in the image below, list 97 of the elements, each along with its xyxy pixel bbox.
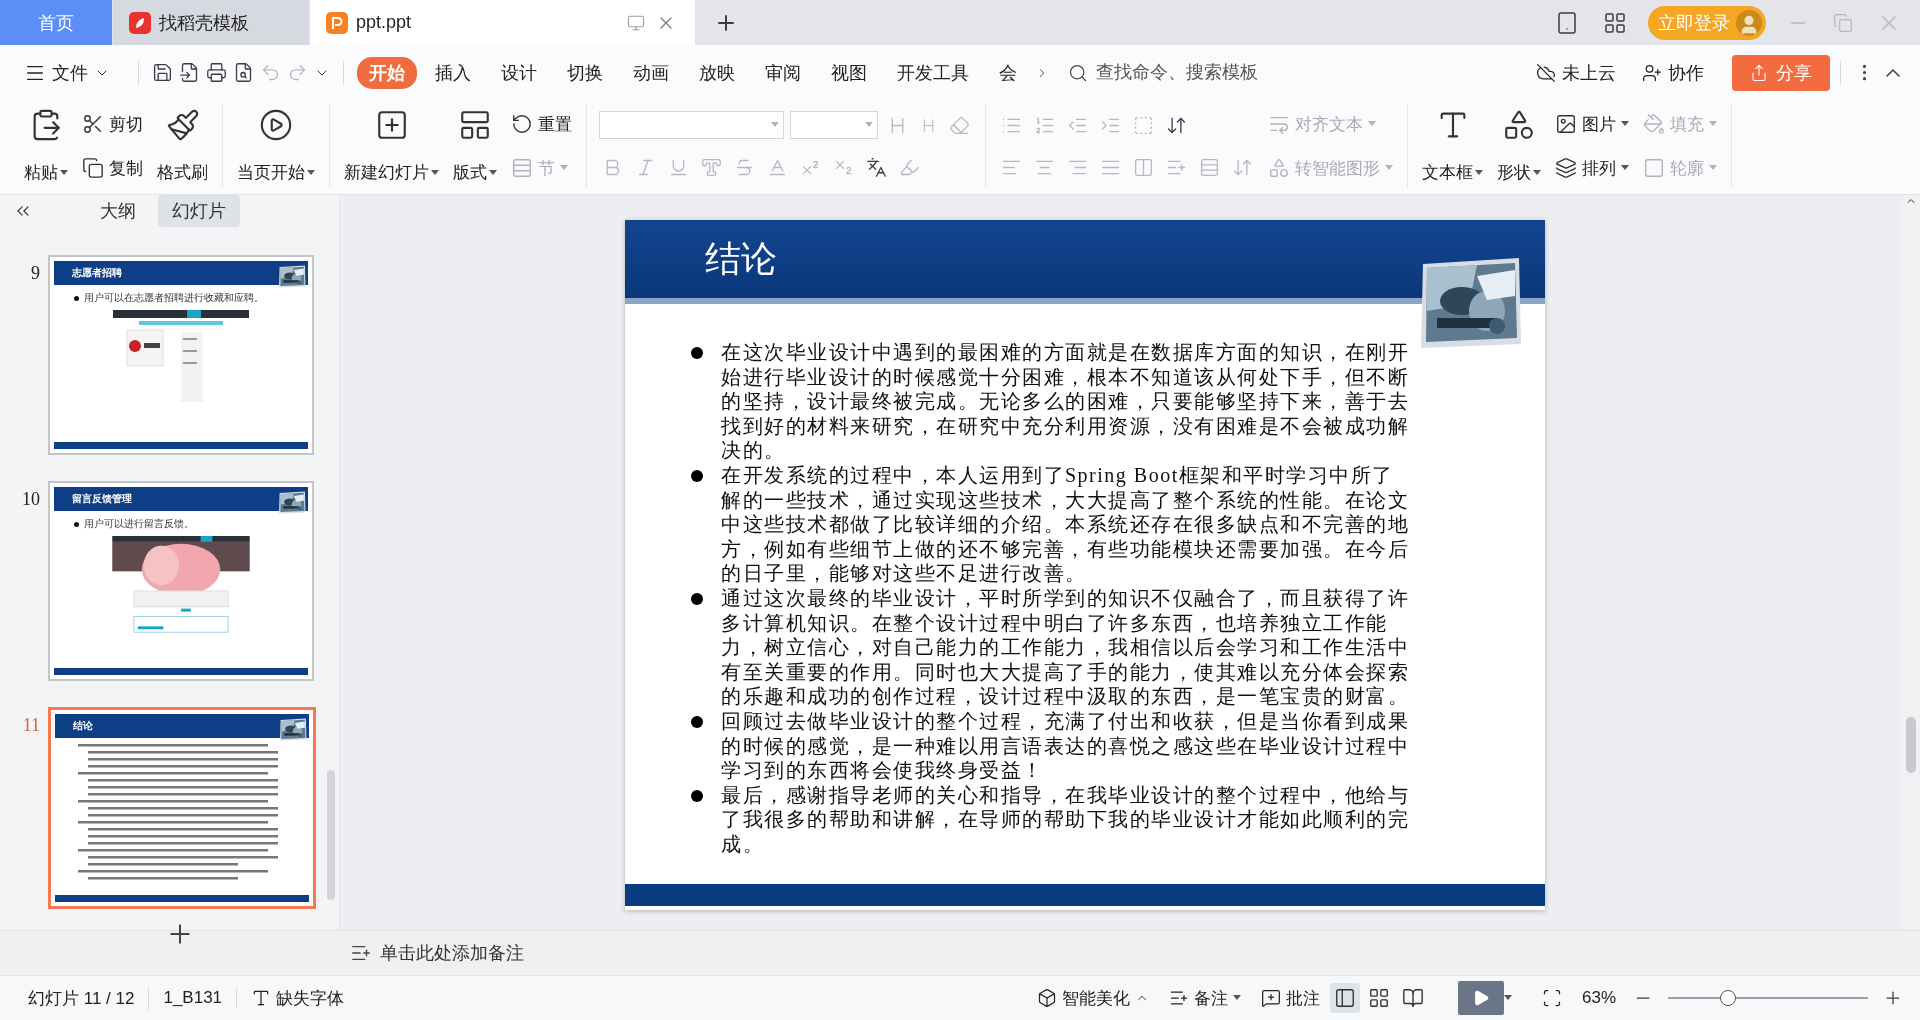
ribbon-button[interactable]: 新建幻灯片 (342, 104, 441, 188)
ribbon-button[interactable]: 排列 (1553, 154, 1631, 182)
ribbon-tab[interactable]: 会 (987, 56, 1029, 89)
reset-icon (511, 113, 533, 135)
cloud-icon (1536, 62, 1556, 83)
comments-button[interactable]: 批注 (1254, 983, 1326, 1013)
ribbon-button[interactable]: 图片 (1553, 110, 1631, 138)
bullet-icon (74, 521, 79, 527)
avatar-icon (1736, 9, 1762, 36)
bullet-icon (691, 592, 703, 605)
slide-number: 10 (21, 489, 40, 510)
fill-icon (1643, 113, 1665, 135)
ribbon-tab[interactable]: 设计 (489, 56, 549, 89)
tab-label: ppt.ppt (356, 12, 412, 33)
image-icon (1555, 113, 1577, 135)
leaf-logo-icon (129, 11, 151, 34)
play-button[interactable] (1457, 981, 1504, 1015)
thumbnail-title: 留言反馈管理 (72, 492, 132, 506)
add-user-icon (1642, 62, 1662, 83)
bullet-text: 在开发系统的过程中，本人运用到了Spring Boot框架和平时学习中所了解的一些技术，通过实现这些技术，大大提高了整个系统的性能。在论文中这些技术都做了比较详细的介绍。本系统还存在很多缺点和不完善的地方，例如有些细节上做的还不够完善，有些功能模块还需要加强。在今后的日子里，能够对这些不足进行改善。 (721, 462, 1410, 586)
search-field[interactable]: 查找命令、搜索模板 (1068, 61, 1278, 84)
thumbnail-text: 用户可以进行留言反馈。 (84, 517, 194, 531)
ribbon-tab[interactable]: 开发工具 (885, 56, 981, 89)
layout-icon (458, 108, 492, 142)
notes-button[interactable]: 备注 (1162, 983, 1247, 1013)
ribbon-button[interactable]: 当页开始 (235, 104, 317, 188)
slide-thumbnail[interactable]: 结论 (48, 707, 316, 909)
font-name-field[interactable] (599, 111, 784, 140)
share-icon (1750, 63, 1768, 82)
bullet-icon (691, 789, 703, 802)
normal-view-icon[interactable] (1329, 983, 1360, 1013)
ribbon-tab[interactable]: 切换 (555, 56, 615, 89)
thumbnail-title: 志愿者招聘 (72, 266, 122, 280)
slide-number: 11 (21, 715, 40, 736)
ribbon-button[interactable]: 粘贴 (22, 104, 70, 188)
outline-icon (1643, 157, 1665, 179)
bullet-text: 在这次毕业设计中遇到的最困难的方面就是在数据库方面的知识，在刚开始进行毕业设计的时候感觉十分困难，根本不知道该从何处下手，但不断的坚持，设计最终被完成。无论多么的困难，只要能够坚持下来，善于去找到好的材料来研究，在研究中充分利用资源，没有困难是不会被成功解决的。 (721, 340, 1410, 463)
bullet-text: 最后，感谢指导老师的关心和指导，在我毕业设计的整个过程中，他给与了我很多的帮助和讲解，在导师的帮助下我的毕业设计才能如此顺利的完成。 (721, 782, 1410, 857)
ribbon-button[interactable]: 格式刷 (155, 104, 210, 188)
slide-title: 结论 (705, 237, 777, 281)
ribbon-button[interactable]: 形状 (1495, 104, 1543, 188)
beautify-button[interactable]: 智能美化 (1030, 983, 1155, 1013)
slide-counter: 幻灯片 11 / 12 (14, 986, 150, 1010)
ribbon-tab[interactable]: 插入 (423, 56, 483, 89)
ribbon-tab[interactable]: 视图 (819, 56, 879, 89)
scrollbar[interactable] (327, 770, 335, 900)
monitor-icon (627, 13, 645, 32)
thumbnail-title: 结论 (73, 719, 93, 733)
comment-icon (1260, 988, 1281, 1008)
ribbon-tab[interactable]: 放映 (687, 56, 747, 89)
collaborate-button[interactable]: 协作 (1636, 56, 1710, 89)
caret-icon (865, 122, 873, 129)
bullet-text: 通过这次最终的毕业设计，平时所学到的知识不仅融合了，而且获得了许多计算机知识。在整个设计过程中明白了许多东西，也培养独立工作能力，树立信心，对自己能力的工作能力，我相信以后会学习和工作生活中有至关重要的作用。同时也大大提高了手的能力，使其难以充分体会探索的乐趣和成功的创作过程，设计过程中汲取的东西，是一笔宝贵的财富。 (721, 585, 1410, 709)
scissors-icon (82, 113, 104, 135)
caret-icon (1232, 995, 1241, 1001)
panel-tab[interactable]: 幻灯片 (158, 195, 240, 227)
bullet-icon (691, 469, 703, 482)
bullet-icon (691, 347, 703, 359)
brush-icon (165, 108, 200, 142)
tab-label: 找稻壳模板 (159, 11, 249, 35)
bullet-icon (691, 715, 703, 728)
bullet-text: 回顾过去做毕业设计的整个过程，充满了付出和收获，但是当你看到成果的时候的感觉，是一种难以用言语表达的喜悦之感这些在毕业设计过程中学习到的东西将会使我终身受益！ (721, 708, 1410, 783)
shapes-icon (1502, 108, 1536, 142)
missing-fonts-button[interactable]: 缺失字体 (245, 983, 351, 1013)
layers-icon (1555, 157, 1577, 179)
caret-icon (771, 122, 779, 129)
file-menu[interactable]: 文件 (20, 56, 114, 89)
slide-thumbnail[interactable]: 留言反馈管理 用户可以进行留言反馈。 (48, 481, 314, 681)
zoom-level: 63% (1580, 988, 1617, 1008)
ribbon-tab[interactable]: 动画 (621, 56, 681, 89)
bullet-icon (74, 295, 79, 301)
search-icon (1068, 62, 1088, 83)
ribbon-button[interactable]: 复制 (80, 154, 145, 182)
ribbon-button[interactable]: 文本框 (1420, 104, 1485, 188)
tab-label: 首页 (38, 11, 74, 35)
ribbon-button[interactable]: 剪切 (80, 110, 145, 138)
panel-tab[interactable]: 大纲 (86, 195, 150, 227)
thumbnail-text: 用户可以在志愿者招聘进行收藏和应聘。 (84, 291, 264, 305)
cloud-button[interactable]: 未上云 (1530, 56, 1622, 89)
document-tab[interactable]: ppt.ppt (310, 0, 695, 45)
cube-icon (1036, 988, 1057, 1008)
theme-name: 1_B131 (149, 988, 238, 1008)
caret-icon (1503, 995, 1512, 1001)
slide-thumbnail[interactable]: 志愿者招聘 用户可以在志愿者招聘进行收藏和应聘。 (48, 255, 314, 455)
document-tab[interactable]: 找稻壳模板 (113, 0, 309, 45)
copy-icon (82, 157, 104, 179)
slider-thumb[interactable] (1720, 990, 1736, 1006)
play-icon (259, 108, 293, 142)
presentation-icon (326, 11, 348, 34)
slide-number: 9 (30, 263, 40, 284)
ribbon-button[interactable]: 版式 (451, 104, 499, 188)
font-size-field[interactable] (790, 111, 878, 140)
ribbon-tab[interactable]: 审阅 (753, 56, 813, 89)
notes-prompt[interactable]: 单击此处添加备注 (380, 941, 524, 965)
scrollbar[interactable] (1906, 717, 1916, 773)
smart-shape-icon (1268, 157, 1290, 179)
ribbon-button[interactable]: 重置 (509, 110, 574, 138)
